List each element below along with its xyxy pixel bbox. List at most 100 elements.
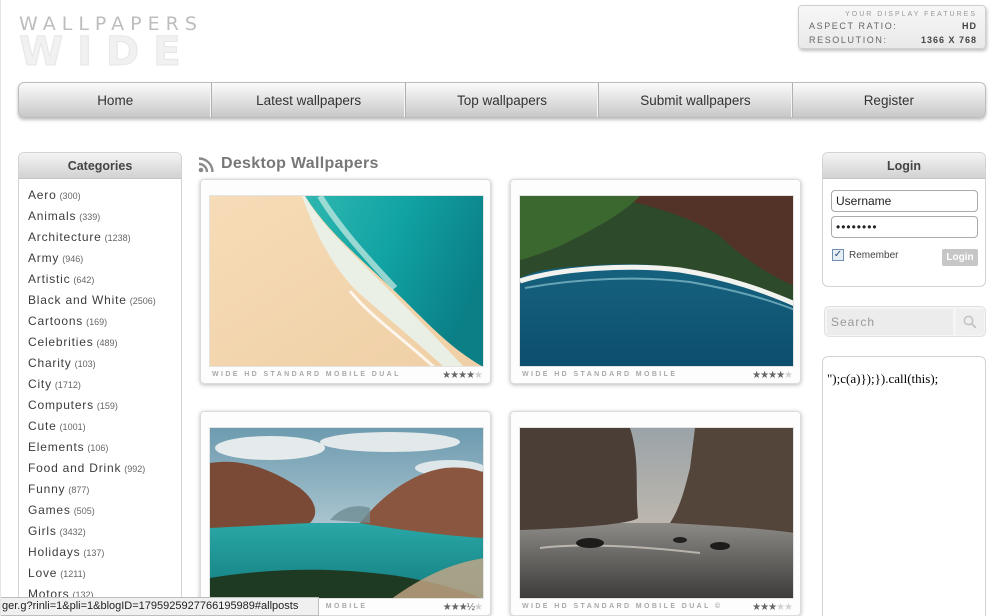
login-panel: Login Username •••••••• ✓ Remember Login — [822, 152, 986, 287]
category-item[interactable]: Elements (106) — [28, 437, 181, 458]
category-count: (642) — [73, 275, 95, 285]
section-header: Desktop Wallpapers — [198, 153, 379, 175]
nav-latest-wallpapers[interactable]: Latest wallpapers — [212, 83, 406, 117]
category-count: (2506) — [129, 296, 156, 306]
category-item[interactable]: Girls (3432) — [28, 521, 181, 542]
coast-cliffs-image — [520, 196, 793, 366]
category-item[interactable]: Army (946) — [28, 248, 181, 269]
category-label: Girls — [28, 524, 57, 538]
category-count: (1712) — [54, 380, 81, 390]
category-count: (946) — [62, 254, 84, 264]
category-item[interactable]: Architecture (1238) — [28, 227, 181, 248]
aspect-ratio-value: HD — [962, 21, 977, 31]
category-label: Animals — [28, 209, 77, 223]
category-item[interactable]: Cartoons (169) — [28, 311, 181, 332]
wallpaper-card[interactable]: WIDE HD STANDARD MOBILE ★★★★★ — [510, 179, 801, 384]
nav-home[interactable]: Home — [19, 83, 213, 117]
search-button[interactable] — [956, 309, 984, 335]
category-label: City — [28, 377, 52, 391]
remember-row[interactable]: ✓ Remember — [832, 249, 898, 261]
wallpaper-thumbnail[interactable] — [209, 427, 484, 599]
nav-submit-wallpapers[interactable]: Submit wallpapers — [599, 83, 793, 117]
resolution-row: RESOLUTION: 1366 X 768 — [809, 33, 977, 47]
nav-register[interactable]: Register — [793, 83, 985, 117]
category-count: (992) — [124, 464, 146, 474]
logo-bottom-text: WIDE — [19, 29, 195, 75]
category-item[interactable]: Funny (877) — [28, 479, 181, 500]
main-nav: Home Latest wallpapers Top wallpapers Su… — [18, 82, 986, 118]
category-item[interactable]: Love (1211) — [28, 563, 181, 584]
category-count: (1211) — [60, 569, 86, 579]
rating-stars: ★★★★★ — [442, 370, 483, 381]
rating-stars: ★★★★★ — [752, 370, 793, 381]
aspect-ratio-row: ASPECT RATIO: HD — [809, 19, 977, 33]
resolution-label: RESOLUTION: — [809, 35, 888, 45]
category-label: Holidays — [28, 545, 81, 559]
category-label: Aero — [28, 188, 57, 202]
category-label: Funny — [28, 482, 66, 496]
category-item[interactable]: Food and Drink (992) — [28, 458, 181, 479]
category-label: Cartoons — [28, 314, 84, 328]
remember-label: Remember — [849, 249, 899, 261]
nav-top-wallpapers[interactable]: Top wallpapers — [406, 83, 600, 117]
ad-box: ");c(a)});}).call(this); — [822, 356, 986, 616]
remember-checkbox[interactable]: ✓ — [832, 249, 844, 261]
category-count: (169) — [86, 317, 108, 327]
username-field[interactable]: Username — [831, 190, 978, 212]
category-label: Elements — [28, 440, 85, 454]
category-count: (300) — [59, 191, 81, 201]
category-item[interactable]: Games (505) — [28, 500, 181, 521]
category-item[interactable]: Artistic (642) — [28, 269, 181, 290]
category-count: (1001) — [59, 422, 86, 432]
display-features-title: YOUR DISPLAY FEATURES — [845, 11, 977, 18]
category-count: (1238) — [104, 233, 131, 243]
password-field[interactable]: •••••••• — [831, 216, 978, 238]
resolution-value: 1366 X 768 — [920, 35, 977, 45]
rating-stars: ★★★½★ — [442, 602, 483, 613]
category-label: Games — [28, 503, 71, 517]
category-label: Computers — [28, 398, 94, 412]
category-item[interactable]: Animals (339) — [28, 206, 181, 227]
category-item[interactable]: Holidays (137) — [28, 542, 181, 563]
display-features-box: YOUR DISPLAY FEATURES ASPECT RATIO: HD R… — [798, 5, 986, 49]
rating-stars: ★★★★★ — [752, 602, 793, 613]
category-item[interactable]: Celebrities (489) — [28, 332, 181, 353]
ad-text: ");c(a)});}).call(this); — [827, 371, 939, 386]
fjord-image — [210, 428, 483, 598]
category-item[interactable]: Cute (1001) — [28, 416, 181, 437]
wallpaper-formats: WIDE HD STANDARD MOBILE — [522, 371, 678, 378]
category-label: Army — [28, 251, 60, 265]
wallpaper-thumbnail[interactable] — [519, 427, 794, 599]
category-label: Architecture — [28, 230, 102, 244]
wallpaper-thumbnail[interactable] — [519, 195, 794, 367]
category-item[interactable]: Black and White (2506) — [28, 290, 181, 311]
section-title: Desktop Wallpapers — [221, 155, 379, 172]
category-label: Love — [28, 566, 58, 580]
search-box — [824, 306, 986, 337]
category-item[interactable]: Aero (300) — [28, 185, 181, 206]
categories-title: Categories — [19, 153, 181, 179]
category-label: Black and White — [28, 293, 127, 307]
category-count: (505) — [73, 506, 95, 516]
wallpaper-card[interactable]: WIDE HD STANDARD MOBILE DUAL ★★★★★ — [200, 179, 491, 384]
categories-panel: Categories Aero (300) Animals (339) Archit… — [18, 152, 182, 616]
wallpaper-card[interactable]: WIDE HD STANDARD MOBILE DUAL © ★★★★★ — [510, 411, 801, 616]
wallpaper-thumbnail[interactable] — [209, 195, 484, 367]
site-logo[interactable]: WALLPAPERS WIDE — [19, 14, 279, 75]
search-input[interactable] — [827, 309, 953, 335]
sea-rocks-image — [520, 428, 793, 598]
category-item[interactable]: City (1712) — [28, 374, 181, 395]
category-label: Food and Drink — [28, 461, 122, 475]
browser-status-bar: ger.g?rinli=1&pli=1&blogID=1795925927766… — [1, 597, 319, 616]
category-item[interactable]: Charity (103) — [28, 353, 181, 374]
category-count: (339) — [79, 212, 101, 222]
login-button[interactable]: Login — [942, 249, 978, 266]
wallpaper-card[interactable]: WIDE HD STANDARD MOBILE ★★★½★ — [200, 411, 491, 616]
category-count: (103) — [74, 359, 96, 369]
rss-icon[interactable] — [198, 156, 215, 173]
login-title: Login — [823, 153, 985, 179]
wallpaper-formats: WIDE HD STANDARD MOBILE DUAL — [212, 371, 401, 378]
category-count: (137) — [83, 548, 105, 558]
category-item[interactable]: Computers (159) — [28, 395, 181, 416]
category-label: Charity — [28, 356, 72, 370]
